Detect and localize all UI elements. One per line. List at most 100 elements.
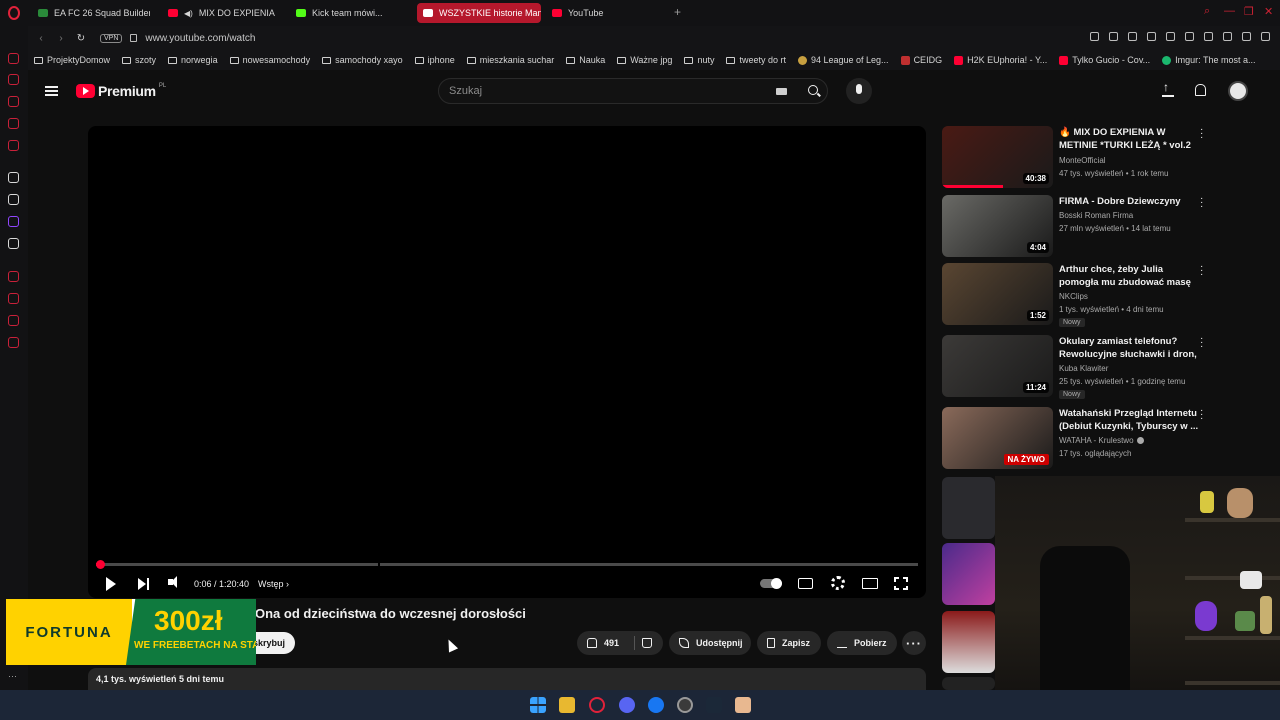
maximize-icon[interactable]: ❐: [1244, 5, 1254, 18]
recommendation-title[interactable]: Arthur chce, żeby Julia pomogła mu zbudo…: [1059, 263, 1199, 289]
video-player[interactable]: 0:06 / 1:20:40 Wstęp ›: [88, 126, 926, 598]
file-explorer-icon[interactable]: [559, 697, 575, 713]
settings-gear-icon[interactable]: [831, 576, 845, 590]
notifications-bell-icon[interactable]: [1194, 83, 1206, 97]
bookmark-item[interactable]: Nauka: [566, 55, 605, 65]
bookmark-item[interactable]: Ważne jpg: [617, 55, 672, 65]
search-button[interactable]: [799, 79, 829, 103]
discord-icon[interactable]: [619, 697, 635, 713]
bookmark-item[interactable]: mieszkania suchar: [466, 55, 554, 65]
minimize-icon[interactable]: —: [1224, 5, 1235, 17]
heart-icon[interactable]: [1185, 32, 1194, 41]
avatar[interactable]: [1228, 81, 1248, 101]
channel-name[interactable]: WATAHA - Krulestwo: [1059, 436, 1144, 445]
recommendation-item[interactable]: 1:52 Arthur chce, żeby Julia pomogła mu …: [942, 262, 1272, 327]
video-thumbnail[interactable]: 11:24: [942, 335, 1053, 397]
shopping-icon[interactable]: [8, 96, 19, 107]
bookmark-item[interactable]: nowesamochody: [229, 55, 310, 65]
recommendation-title[interactable]: Okulary zamiast telefonu? Rewolucyjne sł…: [1059, 335, 1199, 361]
kebab-menu-icon[interactable]: · · ·: [1200, 334, 1204, 352]
more-icon[interactable]: ···: [8, 671, 19, 682]
like-count[interactable]: 491: [604, 638, 619, 648]
tab-wszystkie-historie[interactable]: WSZYSTKIE historie Man: [417, 3, 541, 23]
recommendation-title[interactable]: 🔥 MIX DO EXPIENIA W METINIE *TURKI LEŻĄ …: [1059, 126, 1199, 152]
bookmark-item[interactable]: norwegia: [168, 55, 218, 65]
subtitles-icon[interactable]: [798, 578, 813, 589]
chapter-button[interactable]: Wstęp ›: [258, 579, 289, 589]
tab-mix-do-expienia[interactable]: ◀) MIX DO EXPIENIA: [162, 3, 280, 23]
recommendation-item[interactable]: 11:24 Okulary zamiast telefonu? Rewolucy…: [942, 334, 1272, 399]
video-thumbnail[interactable]: [942, 611, 995, 673]
youtube-logo[interactable]: Premium PL: [76, 83, 166, 99]
messenger-taskbar-icon[interactable]: [648, 697, 664, 713]
windows-start-icon[interactable]: [530, 697, 546, 713]
menu-icon[interactable]: [1261, 32, 1270, 41]
autoplay-toggle[interactable]: [760, 578, 782, 589]
kebab-menu-icon[interactable]: · · ·: [1200, 262, 1204, 280]
tab-kick[interactable]: Kick team mówi...: [290, 3, 410, 23]
play-icon[interactable]: [106, 577, 116, 591]
hamburger-menu-icon[interactable]: [45, 86, 58, 96]
search-input[interactable]: [439, 79, 769, 103]
downloads-icon[interactable]: [1242, 32, 1251, 41]
twitch-icon[interactable]: [8, 216, 19, 227]
fortuna-ad-banner[interactable]: FORTUNA 300zł WE FREEBETACH NA START: [6, 599, 256, 665]
recommendation-item[interactable]: 40:38 🔥 MIX DO EXPIENIA W METINIE *TURKI…: [942, 125, 1272, 190]
recommendation-item[interactable]: 4:04 FIRMA - Dobre Dziewczyny Bosski Rom…: [942, 194, 1272, 259]
speaker-icon[interactable]: ◀): [184, 9, 193, 18]
messenger-icon[interactable]: [8, 118, 19, 129]
bookmark-item[interactable]: tweety do rt: [726, 55, 786, 65]
recommendation-title[interactable]: FIRMA - Dobre Dziewczyny: [1059, 195, 1199, 208]
history-icon[interactable]: [8, 293, 19, 304]
bookmark-item[interactable]: Imgur: The most a...: [1162, 55, 1256, 65]
fullscreen-icon[interactable]: [893, 576, 909, 591]
next-icon[interactable]: [138, 578, 149, 590]
steam-icon[interactable]: [706, 697, 722, 713]
bookmark-item[interactable]: Tylko Gucio - Cov...: [1059, 55, 1150, 65]
upload-icon[interactable]: [1162, 80, 1174, 97]
download-button[interactable]: Pobierz: [827, 631, 897, 655]
bookmark-item[interactable]: 94 League of Leg...: [797, 55, 889, 65]
opera-logo-icon[interactable]: [0, 0, 28, 26]
opera-taskbar-icon[interactable]: [589, 697, 605, 713]
speed-dial-icon[interactable]: [8, 53, 19, 64]
video-thumbnail[interactable]: [942, 677, 995, 690]
app-icon[interactable]: [735, 697, 751, 713]
tab-youtube[interactable]: YouTube: [546, 3, 656, 23]
easy-setup-icon[interactable]: [1223, 32, 1232, 41]
channel-name[interactable]: MonteOfficial: [1059, 156, 1106, 165]
volume-icon[interactable]: [168, 576, 177, 588]
bookmark-item[interactable]: ProjektyDomow: [34, 55, 110, 65]
recommendation-title[interactable]: Watahański Przegląd Internetu (Debiut Ku…: [1059, 407, 1199, 433]
save-button[interactable]: Zapisz: [757, 631, 821, 655]
mail-icon[interactable]: [8, 140, 19, 151]
snapshot-icon[interactable]: [1109, 32, 1118, 41]
thumbs-down-icon[interactable]: [642, 638, 653, 648]
bookmark-item[interactable]: szoty: [122, 55, 156, 65]
bookmark-item[interactable]: iphone: [414, 55, 455, 65]
video-thumbnail[interactable]: [942, 543, 995, 605]
recommendation-item[interactable]: NA ŻYWO Watahański Przegląd Internetu (D…: [942, 406, 1272, 471]
extensions-icon[interactable]: [1204, 32, 1213, 41]
kebab-menu-icon[interactable]: · · ·: [1200, 194, 1204, 212]
video-thumbnail[interactable]: 40:38: [942, 126, 1053, 188]
channel-name[interactable]: Kuba Klawiter: [1059, 364, 1108, 373]
play-icon[interactable]: [1166, 32, 1175, 41]
progress-bar[interactable]: [96, 560, 918, 569]
search-tabs-icon[interactable]: ⌕: [1204, 5, 1210, 18]
shield-icon[interactable]: [1128, 32, 1137, 41]
bookmark-item[interactable]: samochody xayo: [322, 55, 403, 65]
share-button[interactable]: Udostępnij: [669, 631, 751, 655]
back-icon[interactable]: ‹: [34, 33, 48, 44]
aria-icon[interactable]: [8, 74, 19, 85]
bookmark-item[interactable]: nuty: [684, 55, 714, 65]
download-video-icon[interactable]: [1147, 32, 1156, 41]
reload-icon[interactable]: ↻: [74, 33, 88, 44]
new-tab-button[interactable]: +: [674, 5, 681, 19]
video-thumbnail[interactable]: 1:52: [942, 263, 1053, 325]
bookmark-item[interactable]: H2K EUphoria! - Y...: [954, 55, 1047, 65]
voice-search-button[interactable]: [846, 78, 872, 104]
player-icon[interactable]: [8, 271, 19, 282]
pin-icon[interactable]: [1090, 32, 1099, 41]
video-thumbnail[interactable]: [942, 477, 995, 539]
